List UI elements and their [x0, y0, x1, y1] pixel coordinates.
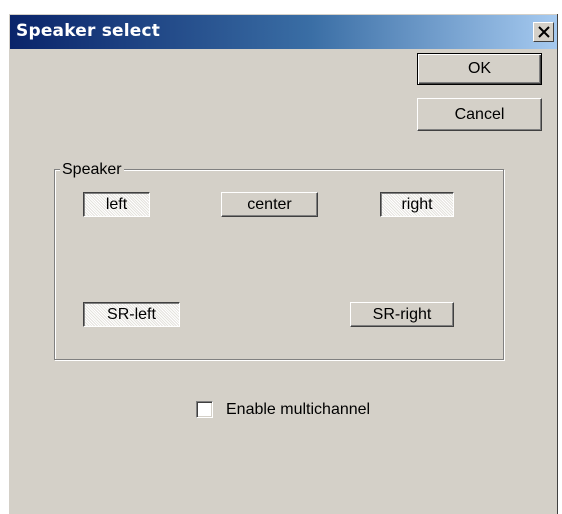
enable-multichannel-label[interactable]: Enable multichannel: [226, 401, 370, 419]
cancel-button[interactable]: Cancel: [417, 98, 542, 131]
close-button[interactable]: [533, 22, 554, 42]
title-bar[interactable]: Speaker select: [10, 15, 557, 49]
speaker-sr-right-toggle[interactable]: SR-right: [350, 302, 454, 327]
enable-multichannel-checkbox[interactable]: [196, 401, 213, 418]
speaker-group-label: Speaker: [60, 161, 124, 178]
speaker-left-toggle[interactable]: left: [83, 192, 150, 217]
ok-button[interactable]: OK: [417, 53, 542, 85]
speaker-center-toggle[interactable]: center: [221, 192, 318, 217]
speaker-right-toggle[interactable]: right: [380, 192, 454, 217]
window-title: Speaker select: [16, 21, 161, 41]
speaker-sr-left-toggle[interactable]: SR-left: [83, 302, 180, 327]
close-icon: [538, 26, 550, 38]
